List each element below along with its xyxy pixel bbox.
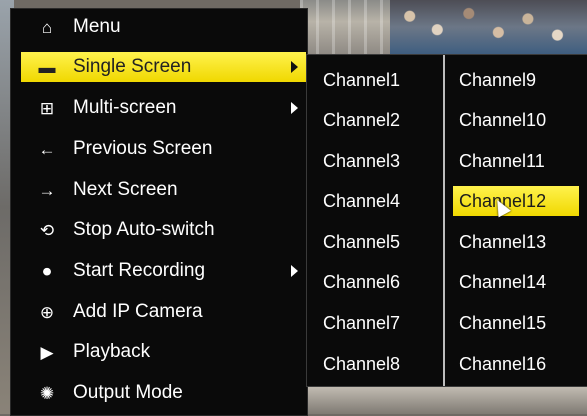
- channel-item-channel4[interactable]: Channel4: [317, 186, 443, 216]
- record-icon: ⏺: [42, 261, 52, 281]
- submenu-arrow-icon: [291, 61, 298, 73]
- menu-item-add-ip-camera[interactable]: ⊕ Add IP Camera: [21, 297, 306, 327]
- menu-item-label: Previous Screen: [73, 138, 213, 159]
- channel-item-channel13[interactable]: Channel13: [453, 227, 579, 257]
- menu-item-label: Output Mode: [73, 382, 183, 403]
- menu-item-label: Start Recording: [73, 260, 206, 281]
- menu-item-stop-auto-switch[interactable]: ⟲ Stop Auto-switch: [21, 215, 306, 245]
- menu-item-label: Next Screen: [73, 179, 178, 200]
- channel-submenu: Channel1 Channel2 Channel3 Channel4 Channel5…: [306, 54, 587, 387]
- single-screen-icon: ▬: [38, 57, 56, 77]
- camera-feed-bottom: [300, 385, 587, 414]
- channel-item-channel7[interactable]: Channel7: [317, 308, 443, 338]
- channel-item-channel16[interactable]: Channel16: [453, 349, 579, 379]
- menu-item-label: Multi-screen: [73, 97, 177, 118]
- channel-item-channel14[interactable]: Channel14: [453, 267, 579, 297]
- menu-item-label: Add IP Camera: [73, 301, 203, 322]
- channel-item-channel11[interactable]: Channel11: [453, 146, 579, 176]
- submenu-arrow-icon: [291, 102, 298, 114]
- menu-item-label: Menu: [73, 16, 121, 37]
- channel-item-channel2[interactable]: Channel2: [317, 105, 443, 135]
- channel-item-channel15[interactable]: Channel15: [453, 308, 579, 338]
- stop-auto-switch-icon: ⟲: [39, 220, 55, 240]
- menu-item-next-screen[interactable]: → Next Screen: [21, 175, 306, 205]
- channel-item-channel6[interactable]: Channel6: [317, 267, 443, 297]
- playback-icon: ▶: [40, 342, 54, 362]
- output-mode-icon: ✺: [39, 383, 55, 403]
- menu-item-menu[interactable]: ⌂ Menu: [21, 12, 306, 42]
- arrow-right-icon: →: [38, 180, 56, 200]
- camera-feed-crowd: [390, 0, 587, 54]
- multi-screen-icon: ⊞: [39, 98, 55, 118]
- channel-item-channel8[interactable]: Channel8: [317, 349, 443, 379]
- channel-item-channel12[interactable]: Channel12: [453, 186, 579, 216]
- channel-item-channel9[interactable]: Channel9: [453, 65, 579, 95]
- channel-item-channel1[interactable]: Channel1: [317, 65, 443, 95]
- menu-item-multi-screen[interactable]: ⊞ Multi-screen: [21, 93, 306, 123]
- channel-item-channel10[interactable]: Channel10: [453, 105, 579, 135]
- menu-item-start-recording[interactable]: ⏺ Start Recording: [21, 256, 306, 286]
- menu-item-label: Single Screen: [73, 56, 192, 77]
- column-divider: [443, 55, 445, 386]
- submenu-arrow-icon: [291, 265, 298, 277]
- home-icon: ⌂: [41, 17, 53, 37]
- arrow-left-icon: ←: [38, 139, 56, 159]
- add-camera-icon: ⊕: [39, 302, 55, 322]
- channel-item-channel5[interactable]: Channel5: [317, 227, 443, 257]
- channel-item-channel3[interactable]: Channel3: [317, 146, 443, 176]
- menu-item-label: Playback: [73, 341, 151, 362]
- menu-item-playback[interactable]: ▶ Playback: [21, 337, 306, 367]
- menu-item-previous-screen[interactable]: ← Previous Screen: [21, 134, 306, 164]
- menu-item-single-screen[interactable]: ▬ Single Screen: [21, 52, 306, 82]
- menu-item-output-mode[interactable]: ✺ Output Mode: [21, 378, 306, 408]
- context-menu: ⌂ Menu ▬ Single Screen ⊞ Multi-screen ← Previou…: [10, 8, 308, 416]
- menu-item-label: Stop Auto-switch: [73, 219, 215, 240]
